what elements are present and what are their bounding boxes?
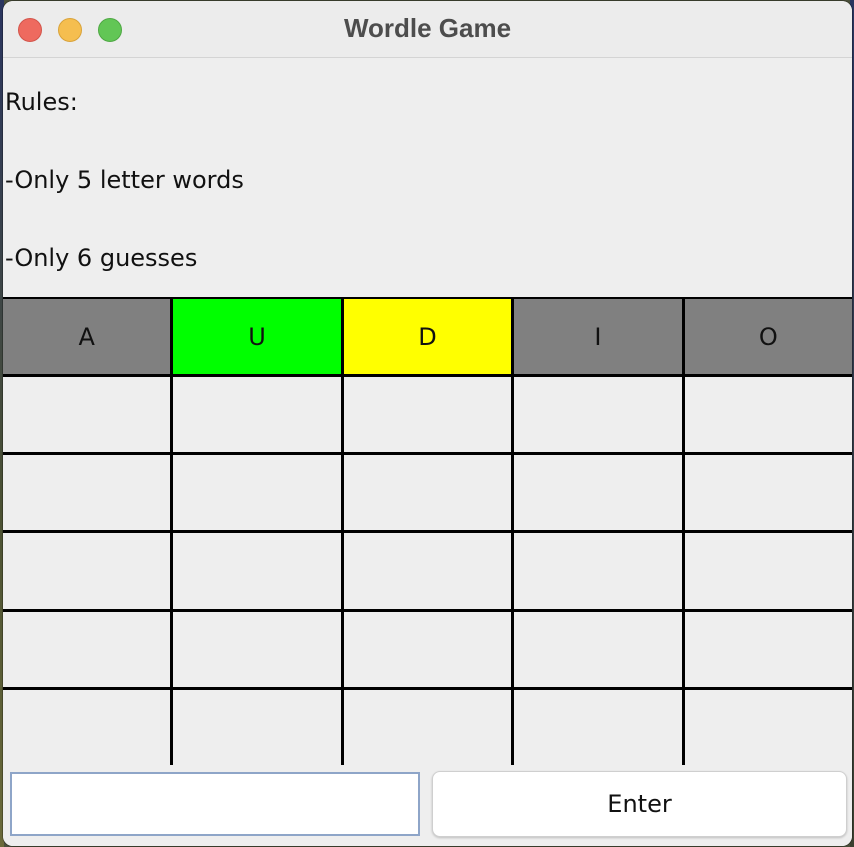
guess-input[interactable]: [10, 772, 420, 836]
board-cell-r3-c2: [173, 455, 341, 531]
board-cell-r6-c2: [173, 689, 341, 765]
board-cell-r2-c1: [3, 377, 171, 453]
board-cell-r1-c2: U: [173, 299, 341, 375]
app-window: Wordle Game Rules: -Only 5 letter words …: [3, 1, 852, 846]
board-cell-r4-c4: [514, 533, 682, 609]
rule-guess-count: -Only 6 guesses: [5, 244, 198, 272]
board-cell-r3-c3: [343, 455, 512, 531]
board-cell-r4-c3: [343, 533, 512, 609]
board-cell-r4-c1: [3, 533, 171, 609]
board-cell-r5-c1: [3, 611, 171, 687]
board-cell-r1-c5: O: [684, 299, 852, 375]
rules-heading: Rules:: [5, 88, 78, 116]
guess-board: AUDIO: [3, 297, 852, 765]
board-cell-r5-c3: [343, 611, 512, 687]
board-cell-r1-c4: I: [514, 299, 682, 375]
board-cell-r6-c5: [684, 689, 852, 765]
board-cell-r5-c2: [173, 611, 341, 687]
board-cell-r2-c2: [173, 377, 341, 453]
board-cell-r4-c5: [684, 533, 852, 609]
board-cell-r2-c3: [343, 377, 512, 453]
board-cell-r6-c3: [343, 689, 512, 765]
board-cell-r6-c1: [3, 689, 171, 765]
board-cell-r2-c5: [684, 377, 852, 453]
board-cell-r3-c4: [514, 455, 682, 531]
board-cell-r1-c3: D: [343, 299, 512, 375]
input-bar: Enter: [3, 765, 852, 846]
window-title: Wordle Game: [343, 13, 512, 43]
board-cell-r1-c1: A: [3, 299, 171, 375]
board-cell-r3-c5: [684, 455, 852, 531]
title-bar: Wordle Game: [3, 1, 852, 58]
board-cell-r3-c1: [3, 455, 171, 531]
board-cell-r4-c2: [173, 533, 341, 609]
board-cell-r5-c5: [684, 611, 852, 687]
rules-panel: Rules: -Only 5 letter words -Only 6 gues…: [4, 58, 850, 298]
enter-button[interactable]: Enter: [432, 771, 847, 837]
board-cell-r5-c4: [514, 611, 682, 687]
rule-word-length: -Only 5 letter words: [5, 166, 244, 194]
board-cell-r2-c4: [514, 377, 682, 453]
board-cell-r6-c4: [514, 689, 682, 765]
